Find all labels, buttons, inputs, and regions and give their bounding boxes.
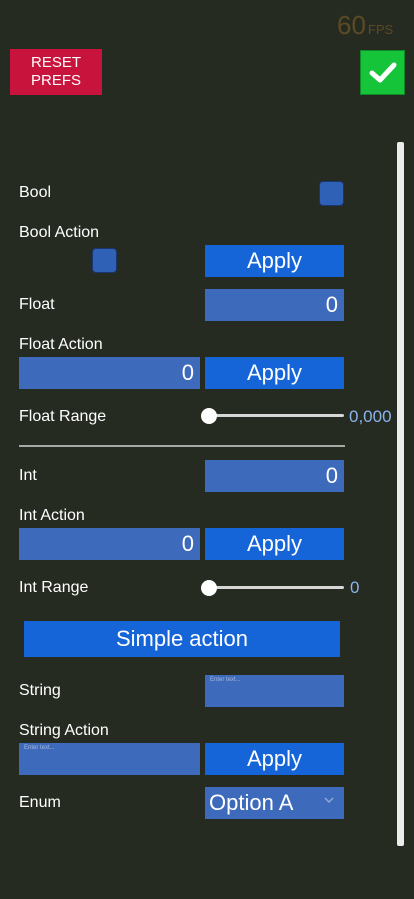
float-input[interactable]: 0 — [205, 289, 344, 321]
string-action-label: String Action — [19, 722, 109, 739]
int-action-label: Int Action — [19, 507, 85, 524]
bool-toggle[interactable] — [319, 181, 344, 206]
float-range-slider-track[interactable] — [205, 414, 344, 417]
float-range-slider-handle[interactable] — [201, 408, 217, 424]
confirm-button[interactable] — [360, 50, 405, 95]
fps-value: 60 — [337, 10, 366, 40]
enum-label: Enum — [19, 794, 61, 811]
divider — [19, 445, 345, 447]
bool-action-label: Bool Action — [19, 224, 100, 241]
int-action-input[interactable]: 0 — [19, 528, 200, 560]
bool-label: Bool — [19, 184, 52, 201]
float-range-label: Float Range — [19, 408, 107, 425]
float-label: Float — [19, 296, 55, 313]
string-label: String — [19, 682, 61, 699]
int-action-apply-button[interactable]: Apply — [205, 528, 344, 560]
fps-unit: FPS — [367, 22, 394, 37]
int-input[interactable]: 0 — [205, 460, 344, 492]
simple-action-button[interactable]: Simple action — [24, 621, 340, 657]
string-action-input-placeholder: Enter text... — [24, 745, 55, 751]
int-range-label: Int Range — [19, 579, 89, 596]
int-range-slider-track[interactable] — [205, 586, 344, 589]
float-range-value: 0,000 — [349, 407, 392, 426]
fps-counter: 60 FPS — [337, 10, 393, 41]
string-action-input[interactable]: Enter text... — [19, 743, 200, 775]
enum-dropdown[interactable]: Option A — [205, 787, 344, 819]
float-action-input[interactable]: 0 — [19, 357, 200, 389]
int-label: Int — [19, 467, 37, 484]
chevron-down-icon — [324, 797, 334, 804]
string-action-apply-button[interactable]: Apply — [205, 743, 344, 775]
bool-action-toggle[interactable] — [92, 248, 117, 273]
float-action-label: Float Action — [19, 336, 103, 353]
bool-action-apply-button[interactable]: Apply — [205, 245, 344, 277]
string-input-placeholder: Enter text... — [210, 677, 241, 683]
check-icon — [369, 62, 396, 82]
string-input[interactable]: Enter text... — [205, 675, 344, 707]
float-action-apply-button[interactable]: Apply — [205, 357, 344, 389]
int-range-slider-handle[interactable] — [201, 580, 217, 596]
int-range-value: 0 — [350, 578, 360, 597]
enum-selected-value: Option A — [209, 790, 294, 815]
scrollbar[interactable] — [397, 142, 404, 846]
reset-prefs-button[interactable]: RESET PREFS — [10, 49, 102, 95]
